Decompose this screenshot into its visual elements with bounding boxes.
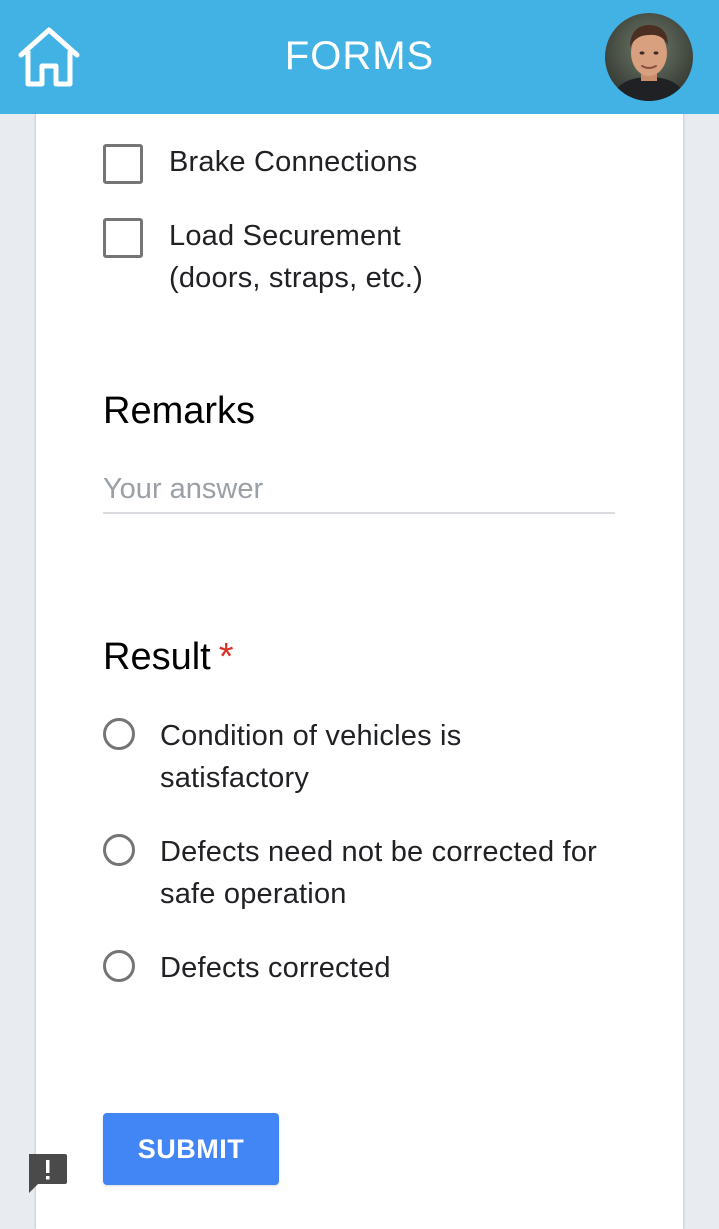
checkbox[interactable] — [103, 144, 143, 184]
radio-label: Condition of vehicles is satisfactory — [160, 720, 462, 794]
app-header: FORMS — [0, 0, 719, 114]
required-marker: * — [218, 636, 234, 678]
radio-option-satisfactory[interactable]: Condition of vehicles is satisfactory — [103, 718, 600, 799]
checkbox-load-securement[interactable]: Load Securement (doors, straps, etc.) — [103, 218, 469, 299]
checkbox[interactable] — [103, 218, 143, 258]
form-card — [36, 0, 683, 1229]
remarks-title: Remarks — [103, 390, 256, 432]
radio-button[interactable] — [103, 950, 135, 982]
checkbox-brake-connections[interactable]: Brake Connections — [103, 144, 417, 184]
radio-button[interactable] — [103, 718, 135, 750]
checkbox-label: Brake Connections — [169, 146, 418, 178]
radio-label: Defects corrected — [160, 952, 391, 984]
remarks-input[interactable] — [103, 466, 615, 514]
radio-option-defects-not-corrected[interactable]: Defects need not be corrected for safe o… — [103, 834, 600, 915]
result-title: Result * — [103, 635, 234, 679]
feedback-button[interactable] — [26, 1152, 68, 1194]
checkbox-label: Load Securement (doors, straps, etc.) — [169, 220, 423, 294]
submit-button[interactable]: SUBMIT — [103, 1113, 279, 1185]
radio-option-defects-corrected[interactable]: Defects corrected — [103, 950, 600, 989]
avatar[interactable] — [605, 13, 693, 101]
feedback-icon — [29, 1154, 67, 1193]
result-title-text: Result — [103, 636, 211, 678]
radio-label: Defects need not be corrected for safe o… — [160, 836, 598, 910]
radio-button[interactable] — [103, 834, 135, 866]
